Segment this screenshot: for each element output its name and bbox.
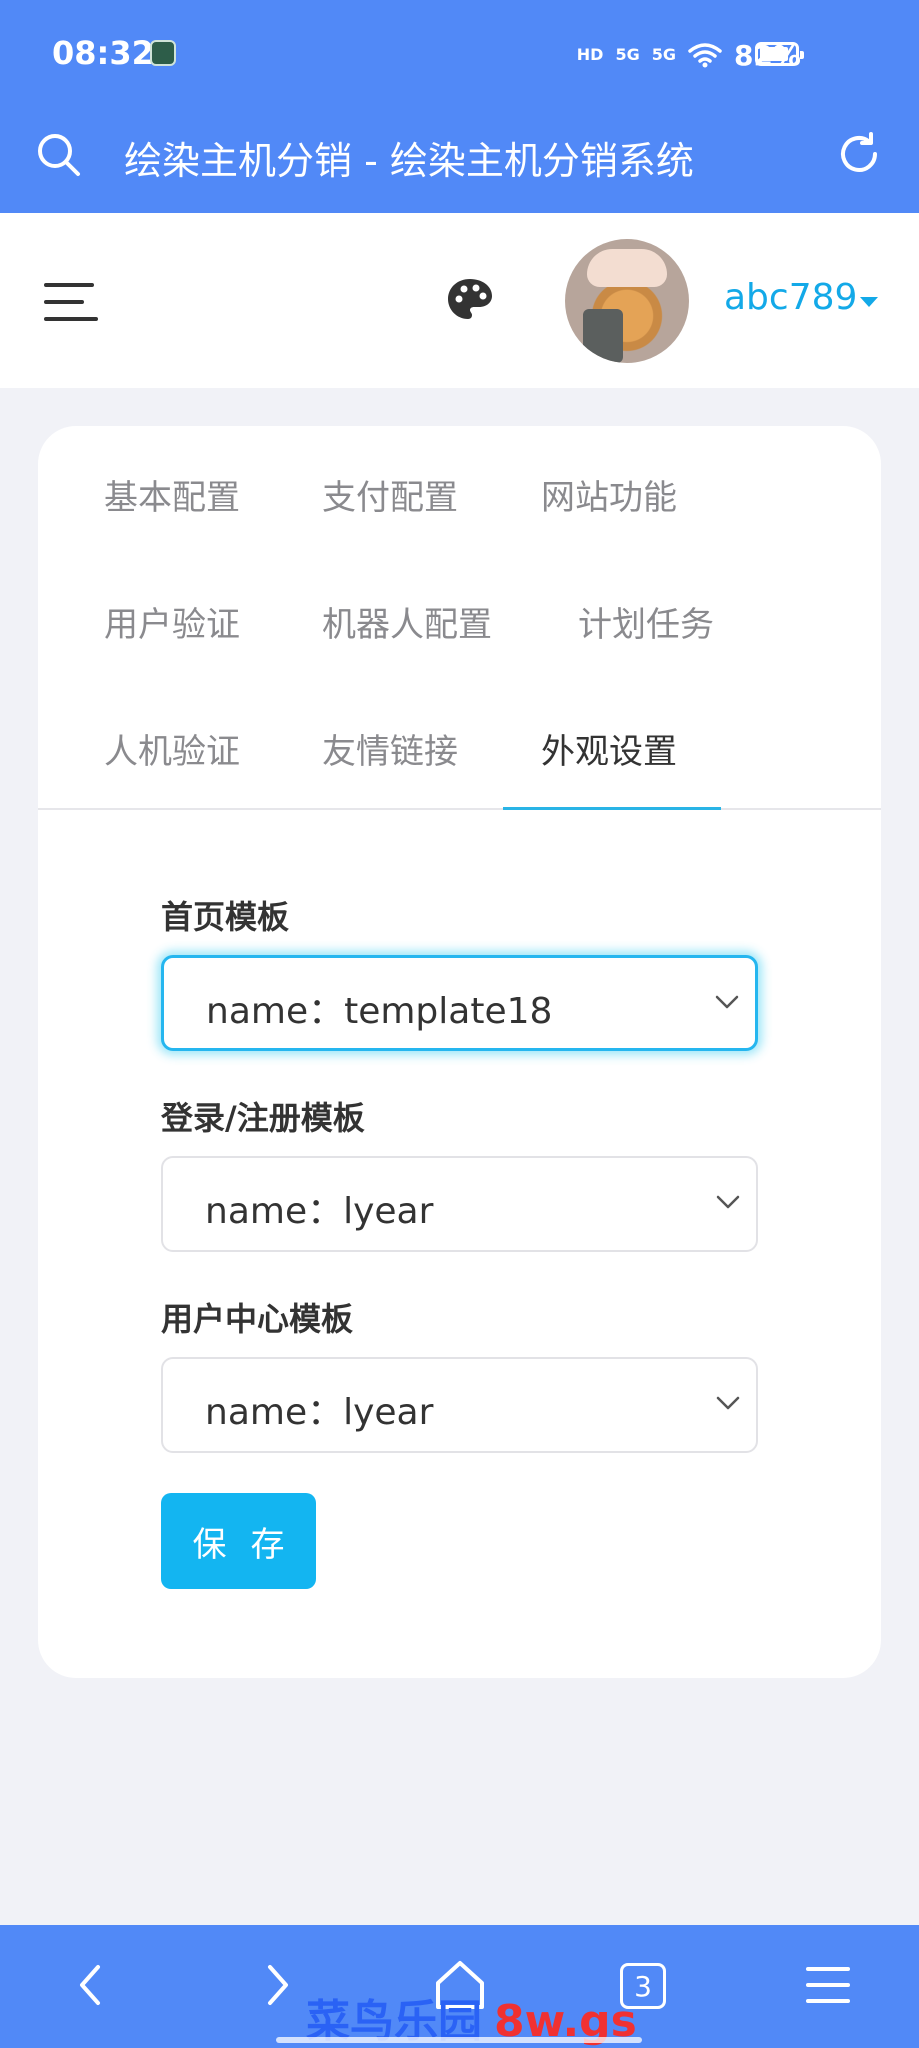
homepage-template-label: 首页模板: [161, 898, 290, 936]
settings-card: 基本配置 支付配置 网站功能 用户验证 机器人配置 计划任务 人机验证 友情链接…: [38, 426, 881, 1678]
menu-icon[interactable]: [798, 1955, 858, 2015]
tab-robot-config[interactable]: 机器人配置: [322, 597, 492, 646]
tab-friend-links[interactable]: 友情链接: [322, 724, 458, 773]
chevron-down-icon: [715, 995, 739, 1009]
chevron-down-icon: [716, 1396, 740, 1410]
tab-site-features[interactable]: 网站功能: [541, 470, 677, 519]
tab-payment-config[interactable]: 支付配置: [322, 470, 458, 519]
browser-top-bar: 08:32 HD 5G 5G 82% 绘染主机分销 - 绘染主机分销系统: [0, 0, 919, 213]
reload-icon[interactable]: [835, 130, 883, 178]
tab-basic-config[interactable]: 基本配置: [104, 470, 240, 519]
app-header: abc789: [0, 213, 919, 388]
select-value: name：template18: [206, 991, 553, 1032]
user-center-template-select[interactable]: name：lyear: [161, 1357, 758, 1453]
tab-scheduled-tasks[interactable]: 计划任务: [578, 597, 714, 646]
palette-icon[interactable]: [446, 277, 494, 321]
settings-tabs: 基本配置 支付配置 网站功能 用户验证 机器人配置 计划任务 人机验证 友情链接…: [38, 426, 881, 810]
gesture-bar[interactable]: [276, 2037, 642, 2043]
chevron-down-icon: [716, 1195, 740, 1209]
search-icon[interactable]: [36, 132, 82, 178]
5g-signal-icon: 5G: [615, 45, 640, 64]
battery-icon: [755, 42, 804, 66]
hamburger-icon[interactable]: [44, 283, 98, 323]
homepage-template-select[interactable]: name：template18: [161, 955, 758, 1051]
tab-appearance[interactable]: 外观设置: [541, 724, 677, 773]
tab-user-verification[interactable]: 用户验证: [104, 597, 240, 646]
tab-captcha[interactable]: 人机验证: [104, 724, 240, 773]
login-template-label: 登录/注册模板: [161, 1099, 365, 1137]
forward-icon[interactable]: [246, 1955, 306, 2015]
back-icon[interactable]: [62, 1955, 122, 2015]
status-time: 08:32: [52, 34, 154, 72]
5g-signal-icon-2: 5G: [651, 45, 676, 64]
caret-down-icon[interactable]: [860, 297, 878, 307]
login-template-select[interactable]: name：lyear: [161, 1156, 758, 1252]
select-value: name：lyear: [205, 1392, 434, 1433]
hd-signal-icon: HD: [576, 45, 604, 64]
save-button[interactable]: 保存: [161, 1493, 316, 1589]
wifi-icon: [688, 43, 722, 68]
avatar[interactable]: [565, 239, 689, 363]
active-tab-indicator: [503, 807, 721, 810]
page-title[interactable]: 绘染主机分销 - 绘染主机分销系统: [124, 130, 694, 185]
username-dropdown[interactable]: abc789: [724, 277, 857, 318]
browser-bottom-nav: 3 菜鸟乐园 8w.gs: [0, 1925, 919, 2048]
user-center-template-label: 用户中心模板: [161, 1300, 354, 1338]
select-value: name：lyear: [205, 1191, 434, 1232]
notification-app-icon: [150, 40, 176, 66]
